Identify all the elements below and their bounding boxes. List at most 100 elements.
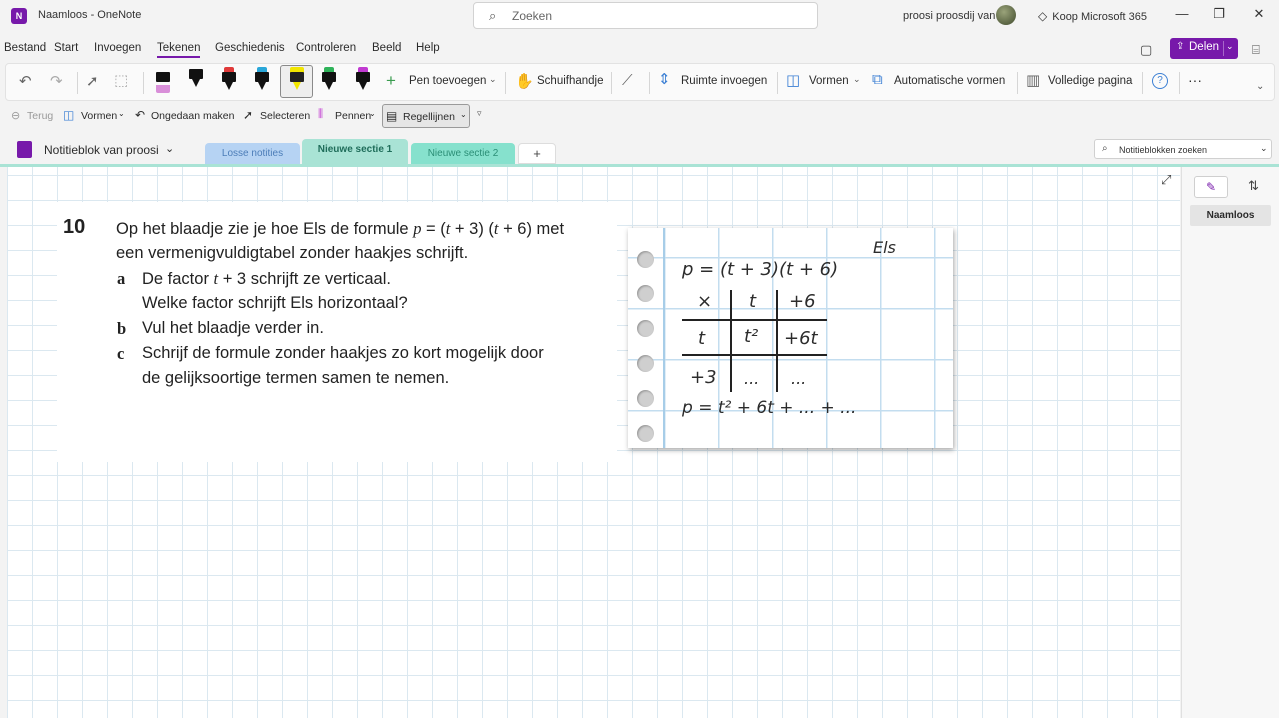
menu-beeld[interactable]: Beeld — [372, 42, 401, 54]
question-intro-line-1: Op het blaadje zie je hoe Els de formule… — [116, 219, 564, 239]
search-input[interactable] — [512, 7, 802, 25]
chevron-down-icon[interactable]: ⌄ — [853, 74, 861, 85]
notebook-view-icon[interactable]: ▢ — [1140, 42, 1152, 58]
full-page-button[interactable]: Volledige pagina — [1048, 75, 1132, 87]
tab-nieuwe-sectie-1[interactable]: Nieuwe sectie 1 — [302, 139, 408, 164]
auto-shapes-icon[interactable]: ⧉ — [872, 71, 883, 88]
pen-5-highlighter[interactable] — [290, 67, 304, 92]
insert-space-button[interactable]: Ruimte invoegen — [681, 75, 767, 87]
redo-icon[interactable]: ↷ — [50, 72, 63, 90]
notebook-name[interactable]: Notitieblok van proosi — [44, 143, 159, 157]
add-pen-button[interactable]: Pen toevoegen — [409, 75, 486, 87]
notebook-search-box[interactable]: ⌕ ⌄ — [1094, 139, 1272, 159]
rule-lines-label: Regellijnen — [403, 111, 455, 123]
menu-controleren[interactable]: Controleren — [296, 42, 356, 54]
lasso-icon[interactable]: ⬚ — [114, 71, 128, 89]
expand-icon[interactable]: ⤢ — [1161, 172, 1171, 188]
subquestion-b-line: Vul het blaadje verder in. — [142, 319, 324, 337]
pen-4[interactable] — [255, 67, 269, 92]
user-name[interactable]: proosi proosdij van — [903, 10, 995, 22]
chevron-down-icon[interactable]: ⌄ — [118, 109, 125, 118]
subquestion-a-label: a — [117, 269, 126, 288]
ribbon-separator — [611, 72, 612, 94]
menu-invoegen[interactable]: Invoegen — [94, 42, 141, 54]
pens-menu[interactable]: Pennen — [335, 110, 371, 122]
menu-start[interactable]: Start — [54, 42, 78, 54]
select-cursor-icon[interactable]: ➚ — [243, 108, 253, 122]
help-icon[interactable]: ? — [1152, 73, 1168, 89]
pen-7[interactable] — [356, 67, 370, 92]
pen-6[interactable] — [322, 67, 336, 92]
shapes-button[interactable]: Vormen — [809, 75, 849, 87]
question-intro-line-2: een vermenigvuldigtabel zonder haakjes s… — [116, 244, 469, 262]
table-row1-cell2: +6t — [784, 328, 818, 349]
pages-pane: ✎ ⇅ Naamloos — [1181, 167, 1279, 718]
comments-icon[interactable]: ⌸ — [1252, 42, 1260, 58]
chevron-down-icon[interactable]: ⌄ — [1226, 41, 1234, 52]
worksheet-image[interactable]: Els p = (t + 3)(t + 6) × t +6 t t² +6t +… — [628, 228, 953, 448]
undo-icon[interactable]: ↶ — [19, 72, 32, 90]
page-list-item[interactable]: Naamloos — [1190, 205, 1271, 226]
close-button[interactable]: ✕ — [1249, 6, 1269, 22]
back-button[interactable]: Terug — [27, 110, 53, 122]
add-pen-icon[interactable]: + — [386, 71, 396, 91]
add-section-button[interactable]: + — [518, 143, 556, 164]
table-row2-cell1: ... — [744, 369, 760, 388]
undo-icon[interactable]: ↶ — [135, 108, 145, 122]
tab-nieuwe-sectie-2[interactable]: Nieuwe sectie 2 — [411, 143, 515, 164]
menu-bestand[interactable]: Bestand — [4, 42, 46, 54]
maximize-button[interactable]: ❐ — [1209, 6, 1229, 22]
auto-shapes-button[interactable]: Automatische vormen — [894, 75, 1005, 87]
pan-button[interactable]: Schuifhandje — [537, 75, 604, 87]
table-row1-cell1: t² — [744, 326, 759, 347]
back-icon[interactable]: ⊖ — [11, 109, 20, 122]
select-button[interactable]: Selecteren — [260, 110, 310, 122]
menu-bar: Bestand Start Invoegen Tekenen Geschiede… — [0, 38, 1279, 60]
undo-button[interactable]: Ongedaan maken — [151, 110, 234, 122]
tab-losse-notities[interactable]: Losse notities — [205, 143, 300, 164]
punch-hole — [637, 251, 654, 268]
collapse-ribbon-icon[interactable]: ⌄ — [1256, 81, 1264, 92]
menu-tekenen[interactable]: Tekenen — [157, 42, 201, 58]
rule-lines-dropdown[interactable]: ▤ Regellijnen ⌄ — [382, 104, 470, 128]
share-button[interactable]: ⇪ Delen ⌄ — [1170, 38, 1238, 59]
pen-2[interactable] — [189, 67, 203, 92]
ribbon-separator — [143, 72, 144, 94]
menu-geschiedenis[interactable]: Geschiedenis — [215, 42, 285, 54]
ribbon-separator — [1142, 72, 1143, 94]
chevron-down-icon[interactable]: ⌄ — [1260, 143, 1268, 154]
minimize-button[interactable]: — — [1172, 6, 1192, 21]
notebook-icon — [17, 141, 32, 158]
table-row2-cell2: ... — [791, 369, 807, 388]
more-options-icon[interactable]: ··· — [1188, 72, 1202, 88]
full-page-icon[interactable]: ▥ — [1026, 71, 1040, 89]
pen-3[interactable] — [222, 67, 236, 92]
chevron-down-icon[interactable]: ⌄ — [369, 109, 376, 118]
pen-1[interactable] — [156, 67, 170, 93]
search-box[interactable]: ⌕ — [473, 2, 818, 29]
pens-icon[interactable]: ⫼ — [318, 108, 323, 121]
buy-m365-button[interactable]: ◇ Koop Microsoft 365 — [1038, 9, 1147, 23]
share-divider — [1223, 41, 1224, 56]
notebook-search-input[interactable] — [1119, 143, 1254, 156]
shapes-menu[interactable]: Vormen — [81, 110, 117, 122]
question-number: 10 — [63, 216, 86, 238]
add-page-button[interactable]: ✎ — [1194, 176, 1228, 198]
table-header-times: × — [697, 291, 713, 312]
ruler-icon[interactable]: ⟋ — [622, 72, 633, 89]
onenote-logo-icon: N — [11, 8, 27, 24]
ribbon-separator — [777, 72, 778, 94]
menu-help[interactable]: Help — [416, 42, 440, 54]
chevron-down-icon[interactable]: ⌄ — [165, 142, 174, 155]
customize-toolbar-icon[interactable]: ▿ — [477, 108, 482, 119]
chevron-down-icon[interactable]: ⌄ — [489, 74, 497, 85]
select-cursor-icon[interactable]: ➚ — [86, 72, 99, 90]
sort-icon[interactable]: ⇅ — [1248, 178, 1259, 194]
hand-icon[interactable]: ✋ — [515, 72, 534, 90]
window-title: Naamloos - OneNote — [38, 9, 142, 21]
shapes-icon[interactable]: ◫ — [786, 71, 800, 89]
subquestion-a-line-2: Welke factor schrijft Els horizontaal? — [142, 294, 408, 312]
shapes-icon[interactable]: ◫ — [63, 108, 74, 122]
avatar[interactable] — [996, 5, 1016, 25]
insert-space-icon[interactable]: ⇕ — [658, 70, 671, 88]
